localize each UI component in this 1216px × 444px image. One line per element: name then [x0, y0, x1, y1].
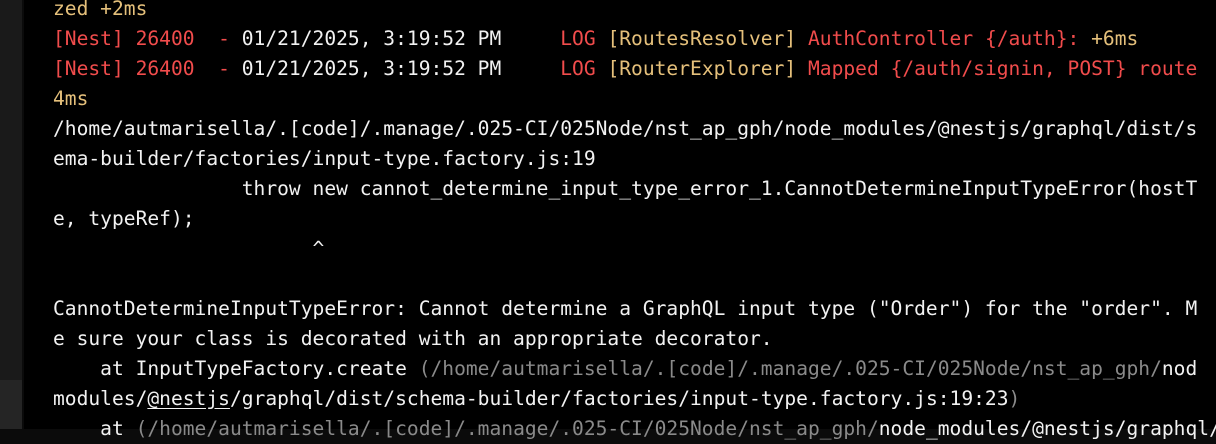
error-caret: ^ — [53, 237, 325, 260]
terminal-line: 4ms — [53, 84, 88, 114]
stack-trace-line: at (/home/autmarisella/.[code]/.manage/.… — [53, 414, 1216, 444]
nest-log-line: [Nest] 26400 - 01/21/2025, 3:19:52 PM LO… — [53, 24, 1138, 54]
error-file-path-cont: ema-builder/factories/input-type.factory… — [53, 144, 596, 174]
package-link[interactable]: @nestjs — [147, 387, 230, 410]
log-prefix: [Nest] 26400 - — [53, 57, 242, 80]
log-spacer — [501, 27, 560, 50]
log-spacer — [501, 57, 560, 80]
stack-path-close: ) — [1008, 387, 1021, 410]
stack-trace-line-cont: modules/@nestjs/graphql/dist/schema-buil… — [53, 384, 1020, 414]
editor-gutter — [0, 0, 22, 429]
stack-path[interactable]: (/home/autmarisella/.[code]/.manage/.025… — [407, 357, 1162, 380]
stack-indent: at — [53, 357, 136, 380]
log-level: LOG — [560, 57, 596, 80]
log-timestamp: 01/21/2025, 3:19:52 PM — [241, 57, 502, 80]
stack-path-module[interactable]: modules/ — [53, 387, 147, 410]
source-code-text: e, typeRef); — [53, 207, 195, 230]
log-message: Mapped {/auth/signin, POST} route — [796, 57, 1198, 80]
log-context: [RoutesResolver] — [595, 27, 797, 50]
file-path-text: ema-builder/factories/input-type.factory… — [53, 147, 596, 170]
log-context: [RouterExplorer] — [595, 57, 797, 80]
terminal-output[interactable]: zed +2ms [Nest] 26400 - 01/21/2025, 3:19… — [24, 0, 1216, 440]
error-message-text: CannotDetermineInputTypeError: Cannot de… — [53, 297, 1198, 320]
error-message-line: CannotDetermineInputTypeError: Cannot de… — [53, 294, 1197, 324]
error-message-text: e sure your class is decorated with an a… — [53, 327, 773, 350]
nest-log-line: [Nest] 26400 - 01/21/2025, 3:19:52 PM LO… — [53, 54, 1197, 84]
log-message: AuthController {/auth}: — [796, 27, 1080, 50]
file-path-text: /home/autmarisella/.[code]/.manage/.025-… — [53, 117, 1198, 140]
elapsed-text: zed +2ms — [53, 0, 148, 20]
stack-trace-line: at InputTypeFactory.create (/home/autmar… — [53, 354, 1197, 384]
source-code-line: throw new cannot_determine_input_type_er… — [53, 174, 1198, 204]
source-code-text: throw new cannot_determine_input_type_er… — [53, 177, 1198, 200]
gutter-highlight — [0, 380, 22, 429]
error-caret-line: ^ — [53, 234, 325, 264]
stack-path-module[interactable]: /graphql/dist/schema-builder/factories/i… — [230, 387, 1009, 410]
error-message-line-cont: e sure your class is decorated with an a… — [53, 324, 773, 354]
log-elapsed: +6ms — [1079, 27, 1139, 50]
terminal-line: zed +2ms — [53, 0, 147, 24]
log-timestamp: 01/21/2025, 3:19:52 PM — [241, 27, 502, 50]
log-level: LOG — [560, 27, 596, 50]
error-file-path: /home/autmarisella/.[code]/.manage/.025-… — [53, 114, 1197, 144]
source-code-line-cont: e, typeRef); — [53, 204, 195, 234]
log-prefix: [Nest] 26400 - — [53, 27, 242, 50]
stack-path-module[interactable]: nod — [1162, 357, 1197, 380]
stack-function: InputTypeFactory.create — [135, 357, 407, 380]
elapsed-text: 4ms — [53, 87, 89, 110]
